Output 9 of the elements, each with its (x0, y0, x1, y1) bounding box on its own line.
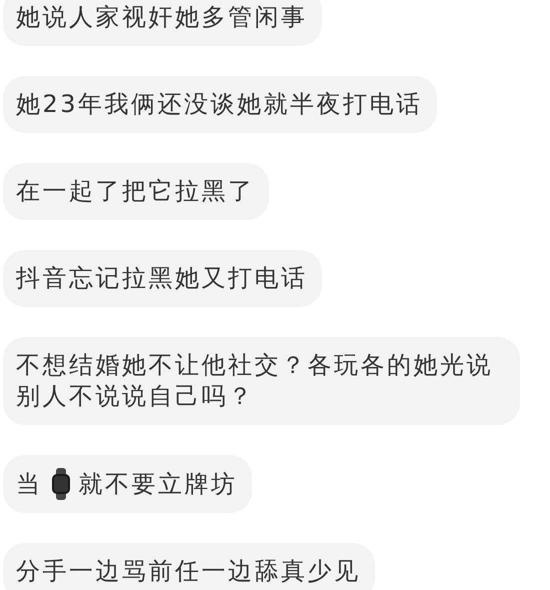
message-text: 就不要立牌坊 (78, 468, 238, 500)
message-text: 分手一边骂前任一边舔真少见 (16, 556, 360, 587)
message-text: 她23年我俩还没谈她就半夜打电话 (16, 89, 423, 120)
watch-icon (50, 468, 70, 500)
message-text: 当 (16, 468, 42, 500)
message-text: 她说人家视奸她多管闲事 (16, 2, 308, 33)
message-text: 不想结婚她不让他社交？各玩各的她光说别人不说说自己吗？ (16, 350, 494, 412)
message-text: 在一起了把它拉黑了 (16, 176, 254, 207)
message-text: 抖音忘记拉黑她又打电话 (16, 263, 308, 294)
